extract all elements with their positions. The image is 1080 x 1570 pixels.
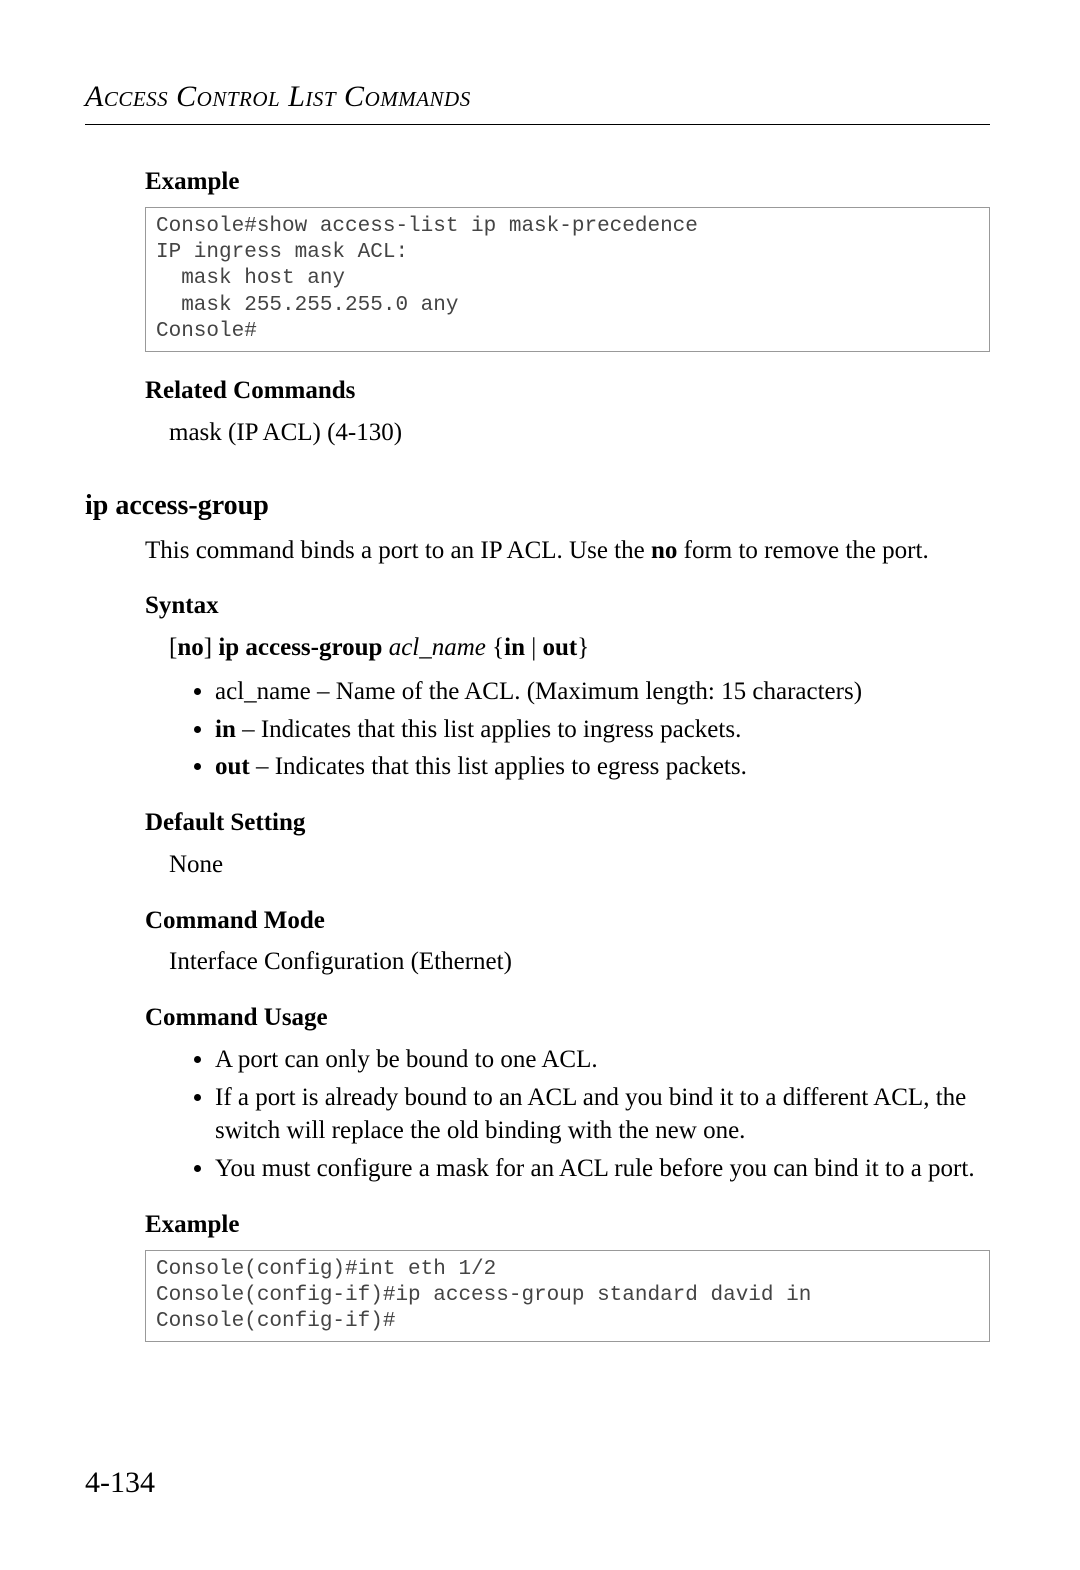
- syn-p9: |: [525, 634, 543, 661]
- param-bold: out: [215, 753, 250, 780]
- command-intro: This command binds a port to an IP ACL. …: [145, 534, 990, 568]
- related-text: mask (IP ACL) (4-130): [169, 416, 990, 450]
- page-content: Example Console#show access-list ip mask…: [145, 165, 990, 450]
- syntax-line: [no] ip access-group acl_name {in | out}: [169, 631, 990, 665]
- mode-heading: Command Mode: [145, 904, 990, 938]
- syn-p7: {: [486, 634, 504, 661]
- syntax-param: in – Indicates that this list applies to…: [215, 713, 990, 747]
- page: Access Control List Commands Example Con…: [0, 0, 1080, 1570]
- syn-p3: ]: [204, 634, 219, 661]
- syn-p4: ip access-group: [218, 634, 382, 661]
- usage-item: If a port is already bound to an ACL and…: [215, 1081, 990, 1149]
- example2-heading: Example: [145, 1208, 990, 1242]
- command-body: This command binds a port to an IP ACL. …: [145, 534, 990, 1343]
- usage-item: A port can only be bound to one ACL.: [215, 1043, 990, 1077]
- related-heading: Related Commands: [145, 374, 990, 408]
- param-text: – Indicates that this list applies to eg…: [250, 753, 747, 780]
- syntax-params: acl_name – Name of the ACL. (Maximum len…: [145, 675, 990, 784]
- default-heading: Default Setting: [145, 806, 990, 840]
- syn-p10: out: [543, 634, 578, 661]
- example1-heading: Example: [145, 165, 990, 199]
- usage-list: A port can only be bound to one ACL. If …: [145, 1043, 990, 1186]
- intro-after: form to remove the port.: [677, 537, 928, 564]
- param-text: – Indicates that this list applies to in…: [236, 716, 741, 743]
- syn-p6: acl_name: [389, 634, 486, 661]
- param-bold: in: [215, 716, 236, 743]
- syn-p2: no: [177, 634, 203, 661]
- default-text: None: [169, 848, 990, 882]
- syntax-param: acl_name – Name of the ACL. (Maximum len…: [215, 675, 990, 709]
- intro-bold: no: [651, 537, 677, 564]
- example2-code: Console(config)#int eth 1/2 Console(conf…: [145, 1250, 990, 1343]
- usage-heading: Command Usage: [145, 1001, 990, 1035]
- syntax-heading: Syntax: [145, 589, 990, 623]
- param-italic: acl_name: [215, 678, 311, 705]
- intro-before: This command binds a port to an IP ACL. …: [145, 537, 651, 564]
- header-rule: [85, 124, 990, 125]
- usage-item: You must configure a mask for an ACL rul…: [215, 1152, 990, 1186]
- param-text: – Name of the ACL. (Maximum length: 15 c…: [311, 678, 862, 705]
- syn-p11: }: [577, 634, 589, 661]
- example1-code: Console#show access-list ip mask-precede…: [145, 207, 990, 352]
- running-head: Access Control List Commands: [85, 80, 990, 114]
- syntax-param: out – Indicates that this list applies t…: [215, 750, 990, 784]
- mode-text: Interface Configuration (Ethernet): [169, 945, 990, 979]
- page-number: 4-134: [85, 1466, 155, 1500]
- syn-p8: in: [504, 634, 525, 661]
- command-title: ip access-group: [85, 490, 990, 522]
